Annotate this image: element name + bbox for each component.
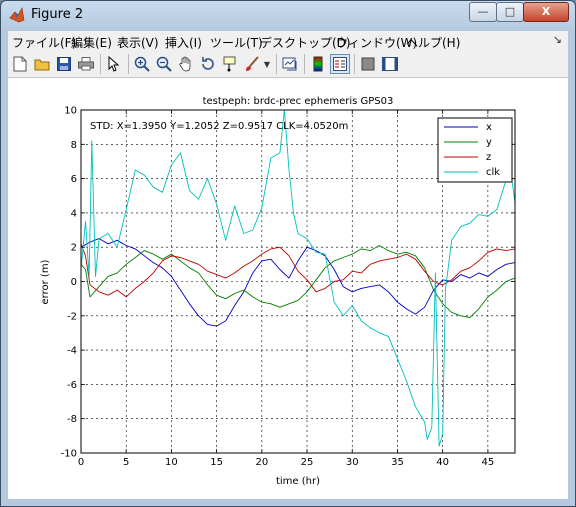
x-tick-labels: 0 5 10 15 20 25 30 35 40 45 [78, 457, 494, 468]
rotate-3d-icon[interactable] [198, 54, 218, 74]
menu-bar: ファイル(F) 編集(E) 表示(V) 挿入(I) ツール(T) デスクトップ(… [8, 31, 568, 51]
zoom-in-icon[interactable] [132, 54, 152, 74]
new-figure-icon[interactable] [10, 54, 30, 74]
x-tick-label: 0 [78, 457, 84, 468]
pan-hand-icon[interactable] [176, 54, 196, 74]
menu-help[interactable]: ヘルプ(H) [406, 34, 460, 51]
close-button[interactable]: X [523, 2, 569, 22]
title-bar[interactable]: Figure 2 — □ X [1, 1, 575, 31]
y-tick-label: 2 [71, 243, 77, 254]
toolbar-separator [100, 54, 101, 74]
menu-file[interactable]: ファイル(F) [12, 34, 76, 51]
x-tick-label: 45 [482, 457, 495, 468]
show-plot-tools-icon[interactable] [380, 54, 400, 74]
y-tick-label: -2 [67, 311, 77, 322]
figure-canvas: 0 5 10 15 20 25 30 35 40 45 -10 -8 -6 -4 -2 0 2 4 6 8 10 te… [8, 78, 568, 499]
plot-svg: 0 5 10 15 20 25 30 35 40 45 -10 -8 -6 -4 -2 0 2 4 6 8 10 te… [40, 96, 516, 487]
toolbar-separator [128, 54, 129, 74]
figure-window: Figure 2 — □ X ファイル(F) 編集(E) 表示(V) 挿入(I)… [0, 0, 576, 507]
menu-edit[interactable]: 編集(E) [71, 34, 112, 51]
zoom-out-icon[interactable] [154, 54, 174, 74]
save-icon[interactable] [54, 54, 74, 74]
y-axis-label: error (m) [40, 259, 51, 304]
y-tick-label: -10 [61, 449, 77, 460]
x-tick-label: 30 [346, 457, 359, 468]
hide-plot-tools-icon[interactable] [358, 54, 378, 74]
legend[interactable]: xyz clk [437, 117, 513, 183]
x-tick-label: 5 [123, 457, 129, 468]
legend-icon[interactable] [330, 54, 350, 74]
window-client-area: ファイル(F) 編集(E) 表示(V) 挿入(I) ツール(T) デスクトップ(… [8, 31, 568, 499]
data-cursor-icon[interactable] [220, 54, 240, 74]
minimize-button[interactable]: — [469, 2, 497, 22]
x-tick-label: 10 [165, 457, 178, 468]
toolbar-separator [354, 54, 355, 74]
brush-icon[interactable] [242, 54, 262, 74]
y-tick-label: 10 [64, 106, 77, 117]
legend-label-z: z [486, 152, 491, 163]
matlab-logo-icon [9, 7, 25, 23]
y-tick-label: 4 [71, 208, 77, 219]
pointer-arrow-icon[interactable] [104, 54, 124, 74]
link-plot-icon[interactable] [280, 54, 300, 74]
colorbar-icon[interactable] [308, 54, 328, 74]
toolbar-separator [304, 54, 305, 74]
open-folder-icon[interactable] [32, 54, 52, 74]
menu-insert[interactable]: 挿入(I) [165, 34, 202, 51]
chart-title: testpeph: brdc-prec ephemeris GPS03 [203, 96, 394, 107]
legend-label-clk: clk [486, 167, 500, 178]
brush-dropdown-arrow-icon[interactable]: ▼ [262, 54, 272, 74]
maximize-button[interactable]: □ [496, 2, 524, 22]
y-tick-label: -6 [67, 380, 77, 391]
x-tick-label: 35 [391, 457, 404, 468]
x-axis-label: time (hr) [276, 476, 320, 487]
x-tick-label: 20 [255, 457, 268, 468]
y-tick-label: 0 [71, 277, 77, 288]
y-tick-label: 8 [71, 140, 77, 151]
print-icon[interactable] [76, 54, 96, 74]
y-tick-label: -4 [67, 346, 77, 357]
x-tick-label: 25 [301, 457, 314, 468]
menu-overflow-arrow-icon[interactable]: ↘ [553, 33, 562, 46]
legend-label-x: x [486, 122, 492, 133]
menu-tools[interactable]: ツール(T) [210, 34, 263, 51]
x-tick-label: 40 [436, 457, 449, 468]
y-tick-label: 6 [71, 174, 77, 185]
y-tick-labels: -10 -8 -6 -4 -2 0 2 4 6 8 10 [61, 106, 77, 460]
toolbar-separator [276, 54, 277, 74]
x-tick-label: 15 [210, 457, 223, 468]
std-annotation: STD: X=1.3950 Y=1.2052 Z=0.9517 CLK=4.05… [90, 121, 348, 132]
menu-view[interactable]: 表示(V) [117, 34, 159, 51]
legend-label-y: y [486, 137, 492, 148]
y-tick-label: -8 [67, 414, 77, 425]
figure-toolbar: ▼ [8, 51, 568, 78]
window-title: Figure 2 [31, 7, 84, 22]
